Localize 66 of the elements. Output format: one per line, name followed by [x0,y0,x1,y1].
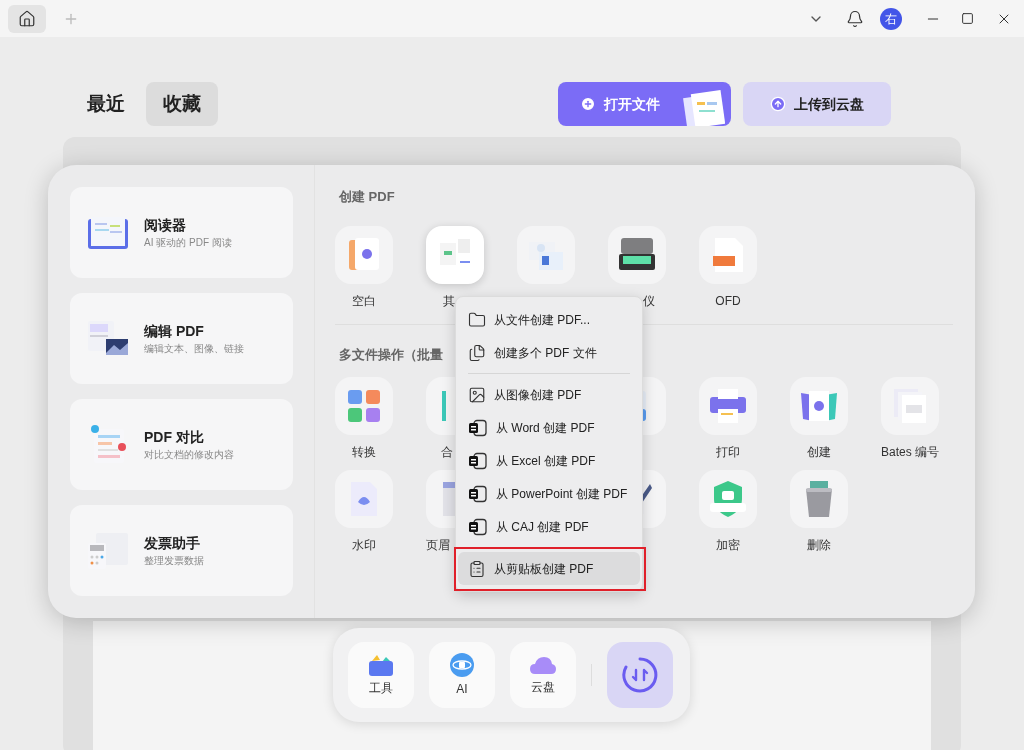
dock-button[interactable]: 工具 [348,642,414,708]
menu-item[interactable]: 从剪贴板创建 PDF [458,552,640,585]
clipboard-icon [468,559,486,578]
tool-label: 转换 [352,444,376,460]
tool-label: 删除 [807,537,831,553]
ai-orb-icon [449,652,475,678]
tool-label: 空白 [352,293,376,309]
tool-label: 其 [443,293,455,309]
dock-button[interactable]: 云盘 [510,642,576,708]
view-tab[interactable]: 最近 [70,82,142,126]
menu-item[interactable]: 从 Excel 创建 PDF [458,444,640,477]
feature-card[interactable]: PDF 对比 对比文档的修改内容 [70,399,293,490]
feature-subtitle: 对比文档的修改内容 [144,447,234,462]
ofd-document-icon [711,236,745,274]
maximize-icon[interactable] [961,12,974,25]
menu-item[interactable]: 创建多个 PDF 文件 [458,336,640,369]
feature-card[interactable]: 阅读器 AI 驱动的 PDF 阅读 [70,187,293,278]
user-avatar[interactable]: 右 [880,7,902,30]
feature-subtitle: 整理发票数据 [144,553,204,568]
menu-item[interactable]: 从文件创建 PDF... [458,303,640,336]
feature-title: PDF 对比 [144,427,205,447]
feature-card[interactable]: 发票助手 整理发票数据 [70,505,293,596]
tool-label: 仪 [643,293,655,309]
tool-label: 页眉 [426,537,450,553]
shield-lock-icon [708,479,748,519]
upload-icon [770,96,786,112]
files-icon [468,343,486,362]
section-title: 创建 PDF [339,188,396,206]
open-file-button[interactable]: 打开文件 [558,82,731,126]
image-icon [468,385,486,404]
printer-icon [708,387,748,425]
convert-grid-icon [347,389,381,423]
sync-icon [621,656,659,694]
tool-label: Bates 编号 [881,444,939,460]
feature-subtitle: AI 驱动的 PDF 阅读 [144,235,232,250]
feature-title: 阅读器 [144,215,187,235]
tool-label: 合 [441,444,453,460]
upload-cloud-button[interactable]: 上传到云盘 [743,82,891,126]
menu-item[interactable]: 从 CAJ 创建 PDF [458,510,640,543]
home-icon [18,9,36,28]
documents-icon [681,90,725,126]
section-title: 多文件操作（批量 [339,346,443,364]
folder-icon [468,310,486,329]
watermark-page-icon [348,480,380,518]
tool-label: 创建 [807,444,831,460]
cloud-icon [529,654,557,676]
dock-button[interactable]: AI [429,642,495,708]
tool-label: 打印 [716,444,740,460]
view-tab[interactable]: 收藏 [146,82,218,126]
sync-button[interactable] [607,642,673,708]
plus-circle-icon [580,96,596,112]
feature-title: 发票助手 [144,533,201,553]
tool-label: 水印 [352,537,376,553]
menu-item[interactable]: 从 PowerPoint 创建 PDF [458,477,640,510]
menu-item[interactable]: 从图像创建 PDF [458,378,640,411]
feature-subtitle: 编辑文本、图像、链接 [144,341,244,356]
tool-button[interactable] [608,226,666,284]
stacked-pages-icon [892,387,928,425]
notification-icon[interactable] [846,9,864,28]
home-tab[interactable] [8,4,46,33]
menu-item[interactable]: 从 Word 创建 PDF [458,411,640,444]
tool-label: OFD [715,293,741,309]
feature-card[interactable]: 编辑 PDF 编辑文本、图像、链接 [70,293,293,384]
tool-label: 加密 [716,537,740,553]
feature-title: 编辑 PDF [144,321,205,341]
toolbox-icon [368,653,394,677]
